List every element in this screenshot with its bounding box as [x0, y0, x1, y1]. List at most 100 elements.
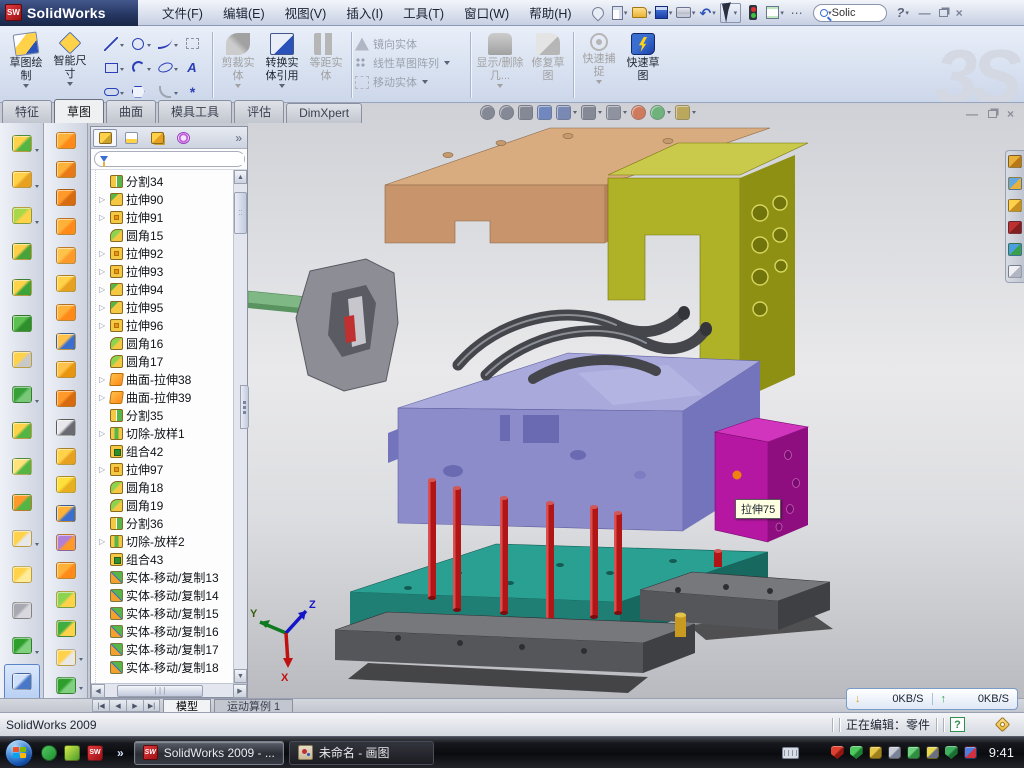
task-pane-icon[interactable]	[1008, 221, 1022, 234]
tree-item[interactable]: ▷ 拉伸97	[99, 460, 233, 478]
search-box[interactable]: ▾	[813, 4, 887, 22]
display-delete-relations-button[interactable]: 显示/删除几...	[475, 30, 525, 88]
expand-arrow-icon[interactable]: ▷	[99, 393, 107, 402]
panel-more-button[interactable]: »	[235, 131, 245, 145]
tray-icon[interactable]	[888, 746, 901, 759]
rapid-sketch-button[interactable]: 快速草图	[622, 30, 664, 82]
options-button[interactable]: ▾	[765, 3, 785, 23]
tree-item[interactable]: ▷ 圆角15	[99, 226, 233, 244]
convert-entities-button[interactable]: 转换实体引用	[261, 30, 303, 88]
expand-arrow-icon[interactable]: ▷	[99, 375, 107, 384]
last-tab-button[interactable]: ▶|	[143, 699, 160, 712]
tray-icon[interactable]	[850, 746, 863, 759]
quick-launch-icon[interactable]	[41, 745, 57, 761]
command-tab[interactable]: 模具工具	[158, 100, 232, 123]
task-pane-icon[interactable]	[1008, 155, 1022, 168]
tray-icon[interactable]	[907, 746, 920, 759]
scroll-left-button[interactable]: ◀	[91, 684, 105, 698]
document-tab[interactable]: 运动算例 1	[214, 699, 293, 712]
view-tool-button[interactable]	[606, 105, 627, 120]
toolbar-button[interactable]	[48, 384, 84, 413]
tree-item[interactable]: ▷ 组合42	[99, 442, 233, 460]
expand-arrow-icon[interactable]: ▷	[99, 195, 107, 204]
toolbar-button[interactable]	[48, 298, 84, 327]
tree-item[interactable]: ▷ 实体-移动/复制18	[99, 658, 233, 676]
tree-item[interactable]: ▷ 实体-移动/复制13	[99, 568, 233, 586]
sketch-tool-button[interactable]	[179, 32, 205, 55]
expand-arrow-icon[interactable]: ▷	[99, 537, 107, 546]
toolbar-button[interactable]	[4, 341, 40, 377]
sketch-tool-button[interactable]: A	[179, 56, 205, 79]
tray-icon[interactable]	[869, 746, 882, 759]
menu-item[interactable]: 文件(F)	[152, 0, 213, 26]
slide-block-part[interactable]	[715, 418, 808, 542]
toolbar-button[interactable]	[48, 413, 84, 442]
toolbar-button[interactable]	[48, 126, 84, 155]
toolbar-button[interactable]	[48, 241, 84, 270]
sketch-button[interactable]: 草图绘制	[5, 30, 47, 88]
toolbar-button[interactable]	[4, 126, 40, 162]
move-entities-button[interactable]: 移动实体	[355, 74, 467, 90]
sketch-tool-button[interactable]	[125, 32, 151, 55]
tree-item[interactable]: ▷ 圆角17	[99, 352, 233, 370]
first-tab-button[interactable]: |◀	[92, 699, 109, 712]
task-pane-icon[interactable]	[1008, 177, 1022, 190]
rebuild-button[interactable]	[743, 3, 763, 23]
tree-item[interactable]: ▷ 拉伸95	[99, 298, 233, 316]
command-tab[interactable]: 特征	[2, 100, 52, 123]
tree-horizontal-scrollbar[interactable]: ◀ | | | ▶	[91, 683, 247, 697]
toolbar-button[interactable]	[4, 234, 40, 270]
sketch-tool-button[interactable]	[125, 56, 151, 79]
restore-button[interactable]	[939, 9, 948, 17]
sketch-tool-button[interactable]	[152, 32, 178, 55]
tree-item[interactable]: ▷ 圆角18	[99, 478, 233, 496]
menu-item[interactable]: 工具(T)	[393, 0, 454, 26]
toolbar-button[interactable]	[4, 664, 40, 700]
panel-tab[interactable]	[145, 129, 169, 147]
toolbar-button[interactable]	[4, 520, 40, 556]
expand-arrow-icon[interactable]: ▷	[99, 429, 107, 438]
tray-icon[interactable]	[945, 746, 958, 759]
tray-icon[interactable]	[964, 746, 977, 759]
previous-tab-button[interactable]: ◀	[109, 699, 126, 712]
tree-item[interactable]: ▷ 圆角19	[99, 496, 233, 514]
tree-item[interactable]: ▷ 分割36	[99, 514, 233, 532]
view-tool-button[interactable]	[650, 105, 671, 120]
view-tool-button[interactable]	[631, 105, 646, 120]
scrollbar-thumb[interactable]: | | |	[117, 685, 203, 697]
select-tool-button[interactable]: ▾	[720, 3, 742, 23]
keyboard-layout-icon[interactable]	[782, 747, 799, 759]
toolbar-button[interactable]	[4, 592, 40, 628]
new-document-button[interactable]: ▾	[610, 3, 630, 23]
menu-item[interactable]: 编辑(E)	[213, 0, 275, 26]
network-speed-widget[interactable]: ↓ 0KB/S ↑ 0KB/S	[846, 688, 1018, 710]
toolbar-button[interactable]	[48, 557, 84, 586]
tree-item[interactable]: ▷ 拉伸91	[99, 208, 233, 226]
task-pane-icon[interactable]	[1008, 199, 1022, 212]
overflow-button[interactable]: ⋯	[787, 3, 807, 23]
scroll-right-button[interactable]: ▶	[233, 684, 247, 698]
view-tool-button[interactable]	[537, 105, 552, 120]
pin-toolbar-button[interactable]	[588, 3, 608, 23]
tree-item[interactable]: ▷ 拉伸96	[99, 316, 233, 334]
toolbar-button[interactable]	[48, 528, 84, 557]
command-tab[interactable]: 草图	[54, 99, 104, 123]
toolbar-button[interactable]	[4, 449, 40, 485]
view-tool-button[interactable]	[556, 105, 577, 120]
tree-item[interactable]: ▷ 实体-移动/复制17	[99, 640, 233, 658]
task-button[interactable]: SW SolidWorks 2009 - ...	[134, 741, 284, 765]
menu-item[interactable]: 窗口(W)	[454, 0, 519, 26]
tree-item[interactable]: ▷ 拉伸92	[99, 244, 233, 262]
command-tab[interactable]: 曲面	[106, 100, 156, 123]
tree-item[interactable]: ▷ 拉伸93	[99, 262, 233, 280]
view-tool-button[interactable]	[480, 105, 495, 120]
doc-minimize-button[interactable]: —	[966, 108, 978, 120]
task-button[interactable]: 未命名 - 画图	[289, 741, 434, 765]
view-tool-button[interactable]	[518, 105, 533, 120]
expand-arrow-icon[interactable]: ▷	[99, 465, 107, 474]
filter-box[interactable]	[94, 151, 245, 167]
tree-item[interactable]: ▷ 实体-移动/复制16	[99, 622, 233, 640]
mold-assembly-model[interactable]: Y Z X	[248, 103, 1024, 698]
command-tab[interactable]: 评估	[234, 100, 284, 123]
tree-item[interactable]: ▷ 组合43	[99, 550, 233, 568]
